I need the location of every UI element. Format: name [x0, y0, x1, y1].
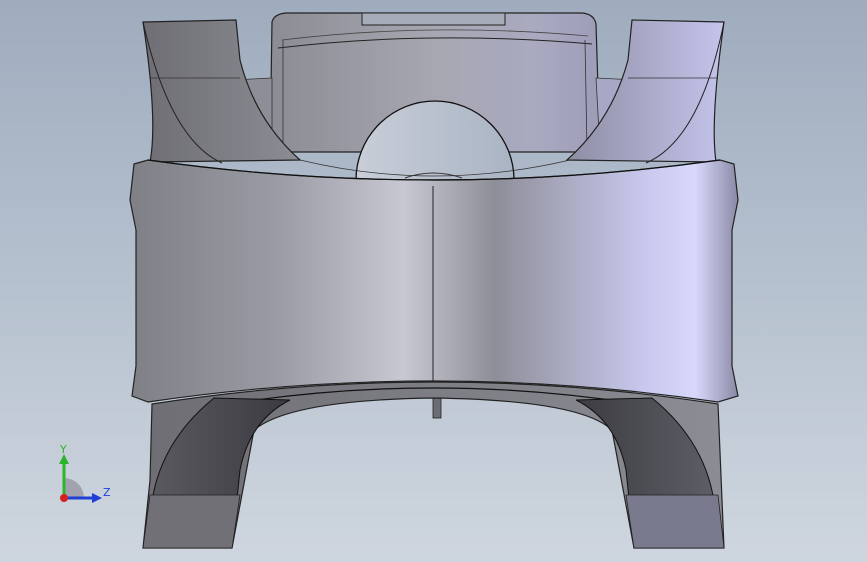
z-axis-label: Z: [103, 486, 111, 499]
piston-model[interactable]: [0, 0, 867, 562]
orientation-triad: Y Z: [50, 440, 120, 510]
piston-ring-band[interactable]: [129, 159, 739, 419]
pin-boss[interactable]: [269, 12, 601, 181]
origin-icon: [60, 494, 68, 502]
triad-plane-icon: [64, 478, 84, 498]
y-axis-label: Y: [60, 443, 67, 456]
graphics-viewport[interactable]: [0, 0, 867, 562]
